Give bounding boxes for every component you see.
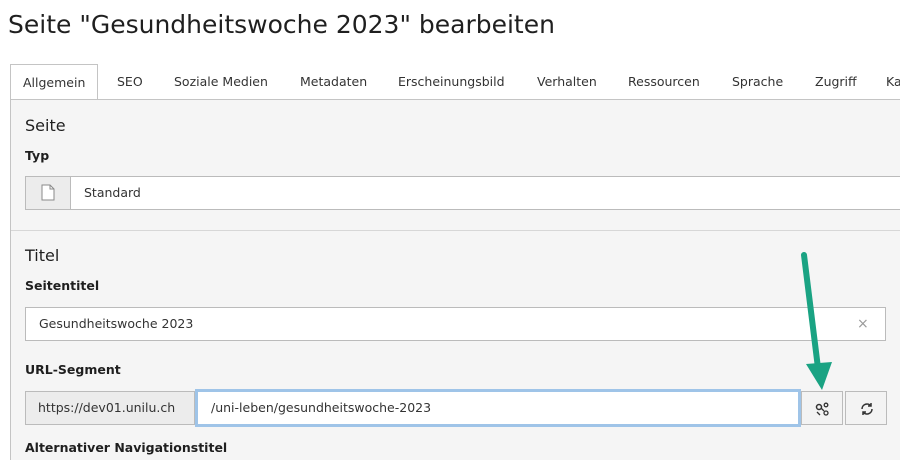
section-heading-titel: Titel bbox=[25, 246, 60, 265]
field-label-typ: Typ bbox=[25, 148, 50, 163]
url-segment-input[interactable]: /uni-leben/gesundheitswoche-2023 bbox=[195, 389, 801, 427]
tab-verhalten[interactable]: Verhalten bbox=[537, 64, 597, 99]
refresh-icon bbox=[861, 403, 873, 415]
unlink-button[interactable] bbox=[801, 391, 843, 425]
unlink-icon bbox=[815, 402, 829, 416]
tab-sprache[interactable]: Sprache bbox=[732, 64, 783, 99]
tab-panel-allgemein: Seite Typ Standard Titel Seitentitel Ges… bbox=[10, 100, 900, 460]
typ-select[interactable]: Standard bbox=[25, 176, 900, 210]
tab-erscheinungsbild[interactable]: Erscheinungsbild bbox=[398, 64, 505, 99]
typ-value: Standard bbox=[84, 185, 141, 200]
field-label-seitentitel: Seitentitel bbox=[25, 278, 100, 293]
tab-more[interactable]: Ka bbox=[886, 64, 900, 99]
tab-ressourcen[interactable]: Ressourcen bbox=[628, 64, 700, 99]
seitentitel-input[interactable]: Gesundheitswoche 2023 bbox=[25, 307, 886, 341]
tab-metadaten[interactable]: Metadaten bbox=[300, 64, 367, 99]
section-heading-seite: Seite bbox=[25, 116, 66, 135]
page-title: Seite "Gesundheitswoche 2023" bearbeiten bbox=[8, 10, 555, 39]
field-label-navigationstitel: Alternativer Navigationstitel bbox=[25, 440, 228, 455]
tab-soziale-medien[interactable]: Soziale Medien bbox=[174, 64, 268, 99]
section-divider bbox=[11, 230, 900, 231]
field-label-url-segment: URL-Segment bbox=[25, 362, 121, 377]
url-prefix: https://dev01.unilu.ch bbox=[25, 391, 195, 425]
tab-bar: Allgemein SEO Soziale Medien Metadaten E… bbox=[10, 64, 900, 100]
tab-seo[interactable]: SEO bbox=[117, 64, 143, 99]
tab-zugriff[interactable]: Zugriff bbox=[815, 64, 857, 99]
refresh-button[interactable] bbox=[845, 391, 887, 425]
clear-icon[interactable]: × bbox=[857, 316, 869, 332]
tab-allgemein[interactable]: Allgemein bbox=[10, 64, 99, 99]
page-icon bbox=[26, 177, 71, 209]
